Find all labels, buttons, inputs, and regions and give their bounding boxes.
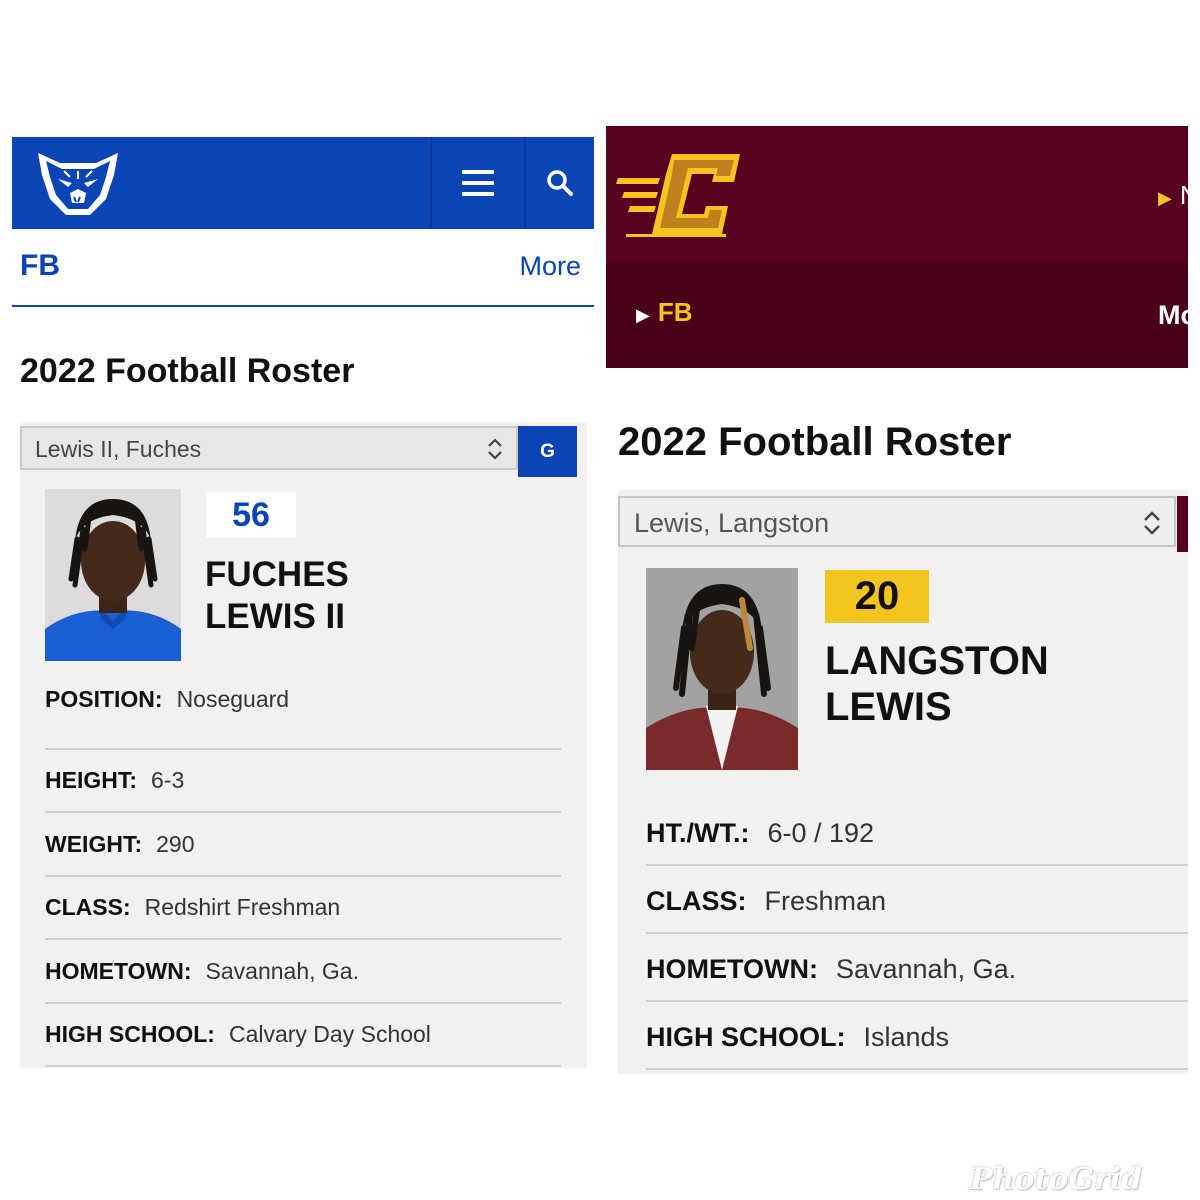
detail-label: HOMETOWN:	[646, 954, 818, 984]
header-subnav: ▶ FB Mo	[606, 263, 1188, 368]
player-select-value: Lewis II, Fuches	[35, 436, 202, 462]
more-link[interactable]: Mo	[1158, 300, 1188, 331]
detail-row-ht-wt: HT./WT.: 6-0 / 192	[646, 798, 1188, 866]
panther-head-logo[interactable]	[34, 149, 122, 219]
sport-subnav: FB More	[12, 229, 594, 307]
sport-label[interactable]: ▶ FB	[636, 297, 693, 328]
detail-value: Calvary Day School	[228, 1021, 431, 1047]
detail-value: Islands	[863, 1022, 950, 1052]
detail-row-class: CLASS: Freshman	[646, 866, 1188, 934]
detail-row-hometown: HOMETOWN: Savannah, Ga.	[646, 934, 1188, 1002]
page-title: 2022 Football Roster	[20, 352, 355, 390]
detail-value: 6-3	[151, 767, 185, 793]
search-button[interactable]	[526, 137, 594, 229]
detail-row-position: POSITION: Noseguard	[45, 686, 561, 750]
detail-label: HOMETOWN:	[45, 958, 192, 984]
player-card: Lewis, Langston 20 LANGSTON LEWIS HT./WT…	[618, 490, 1188, 1074]
sport-label[interactable]: FB	[20, 249, 60, 283]
select-arrows-icon	[488, 438, 502, 460]
player-name: FUCHES LEWIS II	[205, 554, 349, 638]
jersey-number: 56	[206, 492, 296, 538]
detail-value: Noseguard	[176, 686, 290, 712]
detail-row-high-school: HIGH SCHOOL: Islands	[646, 1002, 1188, 1070]
detail-label: POSITION:	[45, 686, 163, 712]
player-select[interactable]: Lewis II, Fuches	[20, 426, 518, 470]
detail-label: HEIGHT:	[45, 767, 137, 793]
detail-row-weight: WEIGHT: 290	[45, 813, 561, 877]
flying-c-logo[interactable]	[616, 148, 746, 240]
detail-label: CLASS:	[646, 886, 747, 916]
go-button[interactable]: G	[518, 426, 577, 477]
detail-row-high-school: HIGH SCHOOL: Calvary Day School	[45, 1003, 561, 1067]
left-roster-panel: FB More 2022 Football Roster Lewis II, F…	[0, 0, 600, 1200]
menu-button[interactable]	[432, 137, 524, 229]
nav-link[interactable]: ▶N	[1158, 180, 1188, 211]
player-select[interactable]: Lewis, Langston	[618, 496, 1176, 547]
player-last-name: LEWIS II	[205, 597, 345, 636]
site-header: ▶N ▶FB Mo	[606, 126, 1188, 368]
select-arrows-icon	[1144, 511, 1160, 535]
detail-label: WEIGHT:	[45, 831, 143, 857]
detail-row-height: HEIGHT: 6-3	[45, 749, 561, 813]
player-headshot	[45, 489, 181, 661]
detail-label: HIGH SCHOOL:	[45, 1021, 215, 1047]
player-name: LANGSTON LEWIS	[825, 638, 1049, 730]
detail-value: Savannah, Ga.	[205, 958, 359, 984]
player-headshot	[646, 568, 798, 770]
detail-row-hometown: HOMETOWN: Savannah, Ga.	[45, 940, 561, 1004]
detail-label: HIGH SCHOOL:	[646, 1022, 846, 1052]
caret-right-icon: ▶	[1158, 188, 1172, 208]
right-roster-panel: ▶N ▶FB Mo 2022 Football Roster Lewis, La…	[600, 0, 1200, 1200]
sport-label-text: FB	[657, 297, 693, 327]
detail-value: Savannah, Ga.	[835, 954, 1017, 984]
site-header	[12, 137, 594, 229]
nav-link-label: N	[1180, 180, 1188, 210]
detail-value: Redshirt Freshman	[144, 894, 341, 920]
player-card: Lewis II, Fuches G 56 FUCHES LEWIS II PO…	[20, 422, 587, 1068]
player-select-value: Lewis, Langston	[634, 508, 830, 538]
detail-value: 6-0 / 192	[767, 818, 875, 848]
more-link[interactable]: More	[519, 251, 581, 282]
detail-value: Freshman	[764, 886, 887, 916]
caret-right-icon: ▶	[636, 305, 650, 325]
search-icon	[547, 170, 573, 196]
player-last-name: LEWIS	[825, 685, 952, 729]
hamburger-menu-icon	[462, 170, 494, 196]
photogrid-watermark: PhotoGrid	[970, 1162, 1143, 1197]
detail-value: 290	[156, 831, 195, 857]
detail-label: CLASS:	[45, 894, 131, 920]
detail-label: HT./WT.:	[646, 818, 750, 848]
player-first-name: LANGSTON	[825, 639, 1049, 683]
player-first-name: FUCHES	[205, 555, 349, 594]
jersey-number: 20	[825, 570, 929, 623]
go-button-edge[interactable]	[1177, 496, 1188, 552]
page-title: 2022 Football Roster	[618, 420, 1012, 464]
detail-row-class: CLASS: Redshirt Freshman	[45, 876, 561, 940]
